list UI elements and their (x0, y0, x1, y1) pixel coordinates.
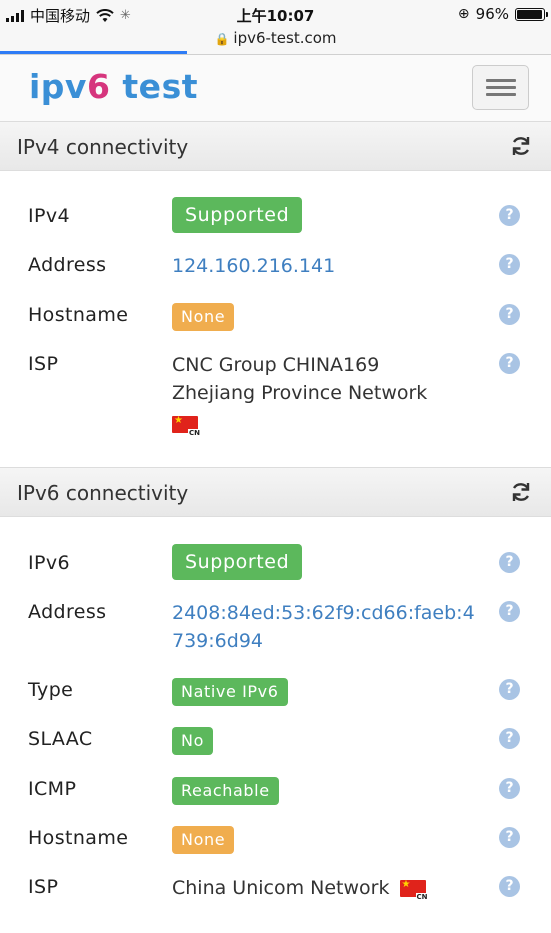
ipv6-help-icon[interactable]: ? (499, 552, 520, 573)
ipv4-label: IPv4 (28, 205, 70, 227)
ipv4-isp-line2: Zhejiang Province Network (172, 382, 428, 404)
ipv6-hostname-label: Hostname (28, 827, 129, 849)
ipv6-supported-badge: Supported (172, 544, 303, 580)
hamburger-line (486, 86, 516, 89)
logo-part-ipv: ipv (29, 67, 87, 106)
ipv6-isp-label: ISP (28, 876, 59, 898)
hamburger-line (486, 93, 516, 96)
ipv6-panel-heading: IPv6 connectivity (0, 467, 551, 517)
ipv4-isp-line1: CNC Group CHINA169 (172, 354, 380, 376)
ipv6-isp-help-icon[interactable]: ? (499, 876, 520, 897)
site-logo[interactable]: ipv6 test (29, 67, 198, 106)
ipv4-panel-title: IPv4 connectivity (17, 135, 189, 159)
ipv6-label: IPv6 (28, 552, 70, 574)
ipv6-address-line2: 739:6d94 (172, 630, 263, 652)
ipv4-panel-heading: IPv4 connectivity (0, 121, 551, 171)
ipv4-hostname-label: Hostname (28, 304, 129, 326)
ipv6-address-line1: 2408:84ed:53:62f9:cd66:faeb:4 (172, 602, 475, 624)
ipv4-isp-value: CNC Group CHINA169 Zhejiang Province Net… (172, 351, 427, 438)
ipv6-hostname-help-icon[interactable]: ? (499, 827, 520, 848)
china-flag-icon: ★ CN (399, 879, 429, 901)
ipv4-help-icon[interactable]: ? (499, 205, 520, 226)
ipv4-address-label: Address (28, 254, 107, 276)
ipv6-address-help-icon[interactable]: ? (499, 601, 520, 622)
ipv6-type-label: Type (28, 679, 74, 701)
ipv4-address-link[interactable]: 124.160.216.141 (172, 252, 335, 280)
site-navbar: ipv6 test (0, 55, 551, 122)
orientation-lock-icon: ⊕ (457, 6, 470, 22)
ipv4-hostname-badge: None (172, 303, 235, 331)
status-right: ⊕ 96% (457, 5, 548, 23)
ipv6-refresh-icon[interactable] (509, 480, 533, 504)
ipv6-icmp-help-icon[interactable]: ? (499, 778, 520, 799)
ipv6-type-badge: Native IPv6 (172, 678, 288, 706)
status-bar: 中国移动 ✳ 上午10:07 ⊕ 96% (0, 0, 551, 28)
ipv4-isp-label: ISP (28, 353, 59, 375)
ipv6-slaac-help-icon[interactable]: ? (499, 728, 520, 749)
ipv6-isp-name: China Unicom Network (172, 877, 390, 899)
ipv4-hostname-help-icon[interactable]: ? (499, 304, 520, 325)
url-text: ipv6-test.com (233, 29, 337, 47)
hamburger-line (486, 79, 516, 82)
logo-part-6: 6 (86, 67, 111, 106)
ipv6-hostname-badge: None (172, 826, 235, 854)
ipv6-slaac-badge: No (172, 727, 213, 755)
ipv4-isp-help-icon[interactable]: ? (499, 353, 520, 374)
ipv6-address-label: Address (28, 601, 107, 623)
ipv4-supported-badge: Supported (172, 197, 303, 233)
battery-percent: 96% (475, 5, 509, 23)
lock-icon: 🔒 (214, 32, 230, 46)
ipv6-icmp-badge: Reachable (172, 777, 279, 805)
logo-part-test: test (110, 67, 198, 106)
ipv4-address-help-icon[interactable]: ? (499, 254, 520, 275)
battery-icon (515, 7, 548, 21)
menu-toggle-button[interactable] (472, 65, 529, 110)
china-flag-icon: ★ CN (172, 415, 201, 437)
ipv6-panel-title: IPv6 connectivity (17, 481, 189, 505)
ipv6-address-link[interactable]: 2408:84ed:53:62f9:cd66:faeb:4 739:6d94 (172, 599, 475, 655)
ipv6-type-help-icon[interactable]: ? (499, 679, 520, 700)
ipv6-slaac-label: SLAAC (28, 728, 93, 750)
ipv4-refresh-icon[interactable] (509, 134, 533, 158)
ipv6-icmp-label: ICMP (28, 778, 77, 800)
ipv6-isp-value: China Unicom Network ★ CN (172, 874, 429, 902)
